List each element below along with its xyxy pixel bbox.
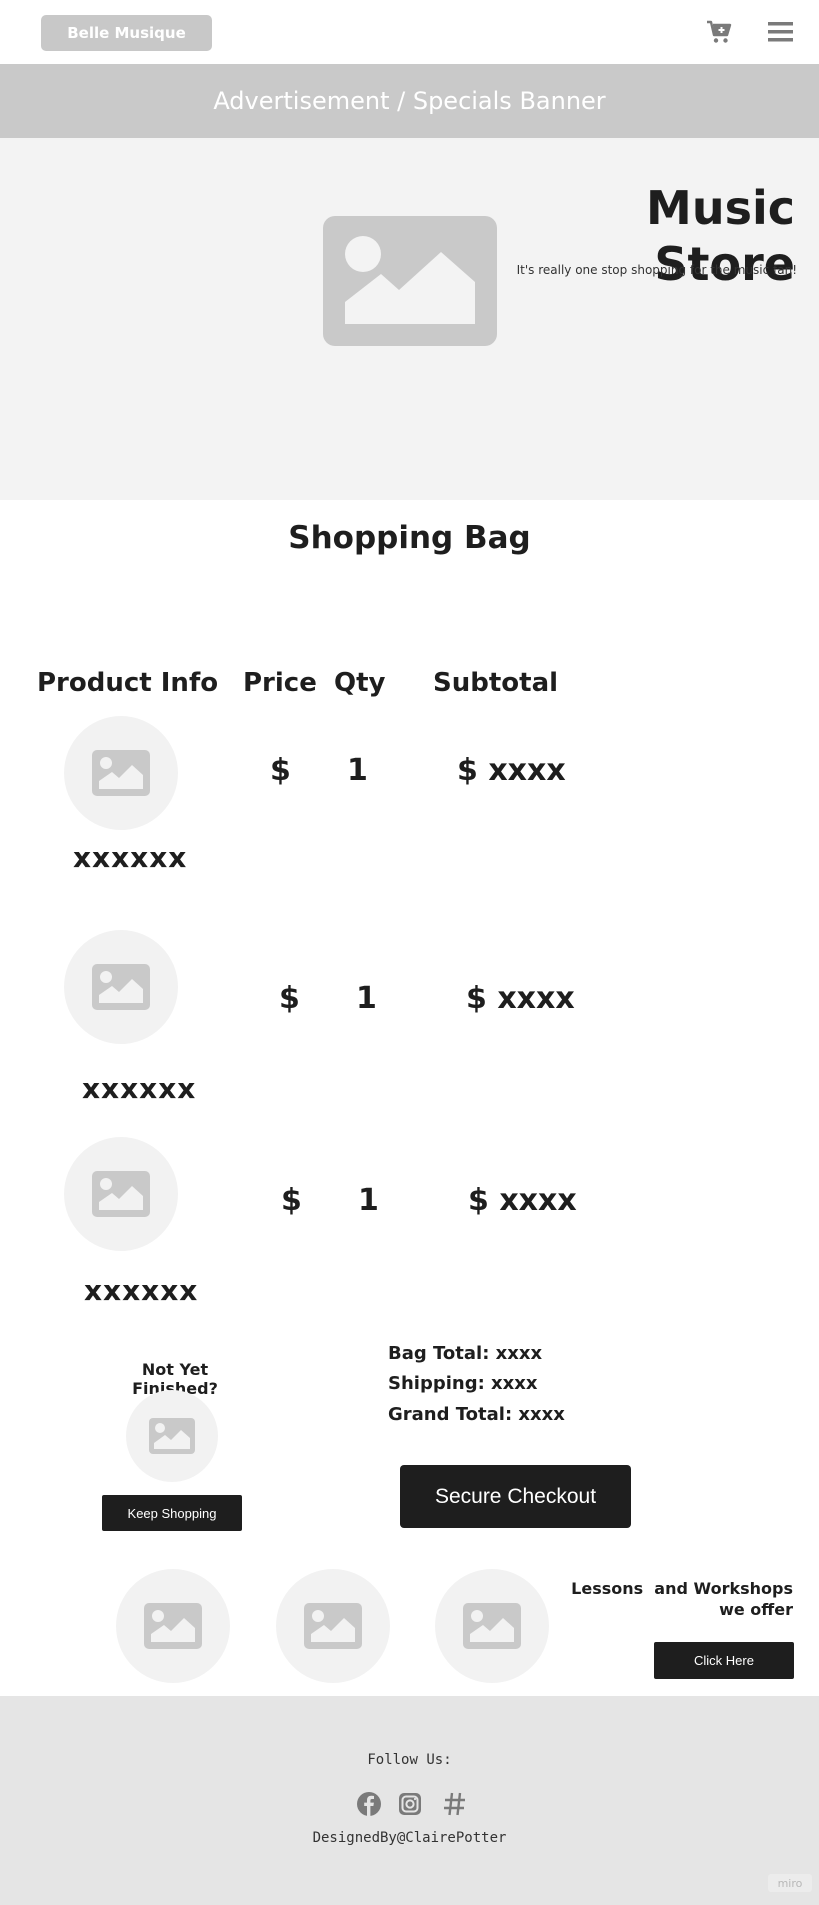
- item-subtotal: $ xxxx: [457, 753, 566, 788]
- secure-checkout-button[interactable]: Secure Checkout: [400, 1465, 631, 1528]
- lessons-workshops-text: Lessons and Workshops we offer: [560, 1578, 793, 1620]
- item-qty[interactable]: 1: [347, 753, 368, 788]
- image-placeholder-icon: [149, 1418, 195, 1454]
- product-image[interactable]: [64, 1137, 178, 1251]
- item-name[interactable]: xxxxxx: [73, 841, 187, 874]
- item-subtotal: $ xxxx: [468, 1183, 577, 1218]
- item-name[interactable]: xxxxxx: [84, 1274, 198, 1307]
- item-qty[interactable]: 1: [358, 1183, 379, 1218]
- brand-logo-button[interactable]: Belle Musique: [41, 15, 212, 51]
- click-here-button[interactable]: Click Here: [654, 1642, 794, 1679]
- item-subtotal: $ xxxx: [466, 981, 575, 1016]
- image-placeholder-icon: [144, 1603, 202, 1649]
- lessons-line-2: we offer: [719, 1600, 793, 1619]
- follow-us-label: Follow Us:: [367, 1752, 452, 1768]
- product-image[interactable]: [64, 930, 178, 1044]
- promo-image[interactable]: [116, 1569, 230, 1683]
- promo-image[interactable]: [276, 1569, 390, 1683]
- designer-credit: DesignedBy@ClairePotter: [312, 1830, 507, 1846]
- cart-plus-icon[interactable]: [706, 19, 732, 45]
- image-placeholder-icon: [323, 216, 497, 346]
- keep-shopping-button[interactable]: Keep Shopping: [102, 1495, 242, 1531]
- item-name[interactable]: xxxxxx: [82, 1072, 196, 1105]
- column-header-qty: Qty: [334, 668, 386, 698]
- hero-tagline: It's really one stop shopping for the mu…: [516, 263, 797, 277]
- image-placeholder-icon: [92, 964, 150, 1010]
- item-price: $: [281, 1183, 302, 1218]
- item-price: $: [270, 753, 291, 788]
- column-header-price: Price: [243, 668, 317, 698]
- hashtag-icon[interactable]: [442, 1791, 468, 1817]
- continue-image: [126, 1390, 218, 1482]
- miro-watermark: miro: [768, 1874, 812, 1892]
- shopping-bag-title: Shopping Bag: [288, 520, 531, 556]
- facebook-icon[interactable]: [356, 1791, 382, 1817]
- advertisement-banner[interactable]: Advertisement / Specials Banner: [0, 64, 819, 138]
- bag-total: Bag Total: xxxx: [388, 1343, 543, 1364]
- item-price: $: [279, 981, 300, 1016]
- image-placeholder-icon: [92, 1171, 150, 1217]
- product-image[interactable]: [64, 716, 178, 830]
- hamburger-menu-icon[interactable]: [768, 21, 793, 43]
- grand-total: Grand Total: xxxx: [388, 1404, 565, 1425]
- lessons-line-1: Lessons and Workshops: [571, 1579, 793, 1598]
- column-header-subtotal: Subtotal: [433, 668, 559, 698]
- image-placeholder-icon: [92, 750, 150, 796]
- shipping-total: Shipping: xxxx: [388, 1373, 538, 1394]
- image-placeholder-icon: [463, 1603, 521, 1649]
- image-placeholder-icon: [304, 1603, 362, 1649]
- item-qty[interactable]: 1: [356, 981, 377, 1016]
- promo-image[interactable]: [435, 1569, 549, 1683]
- instagram-icon[interactable]: [397, 1791, 423, 1817]
- column-header-product-info: Product Info: [37, 668, 219, 698]
